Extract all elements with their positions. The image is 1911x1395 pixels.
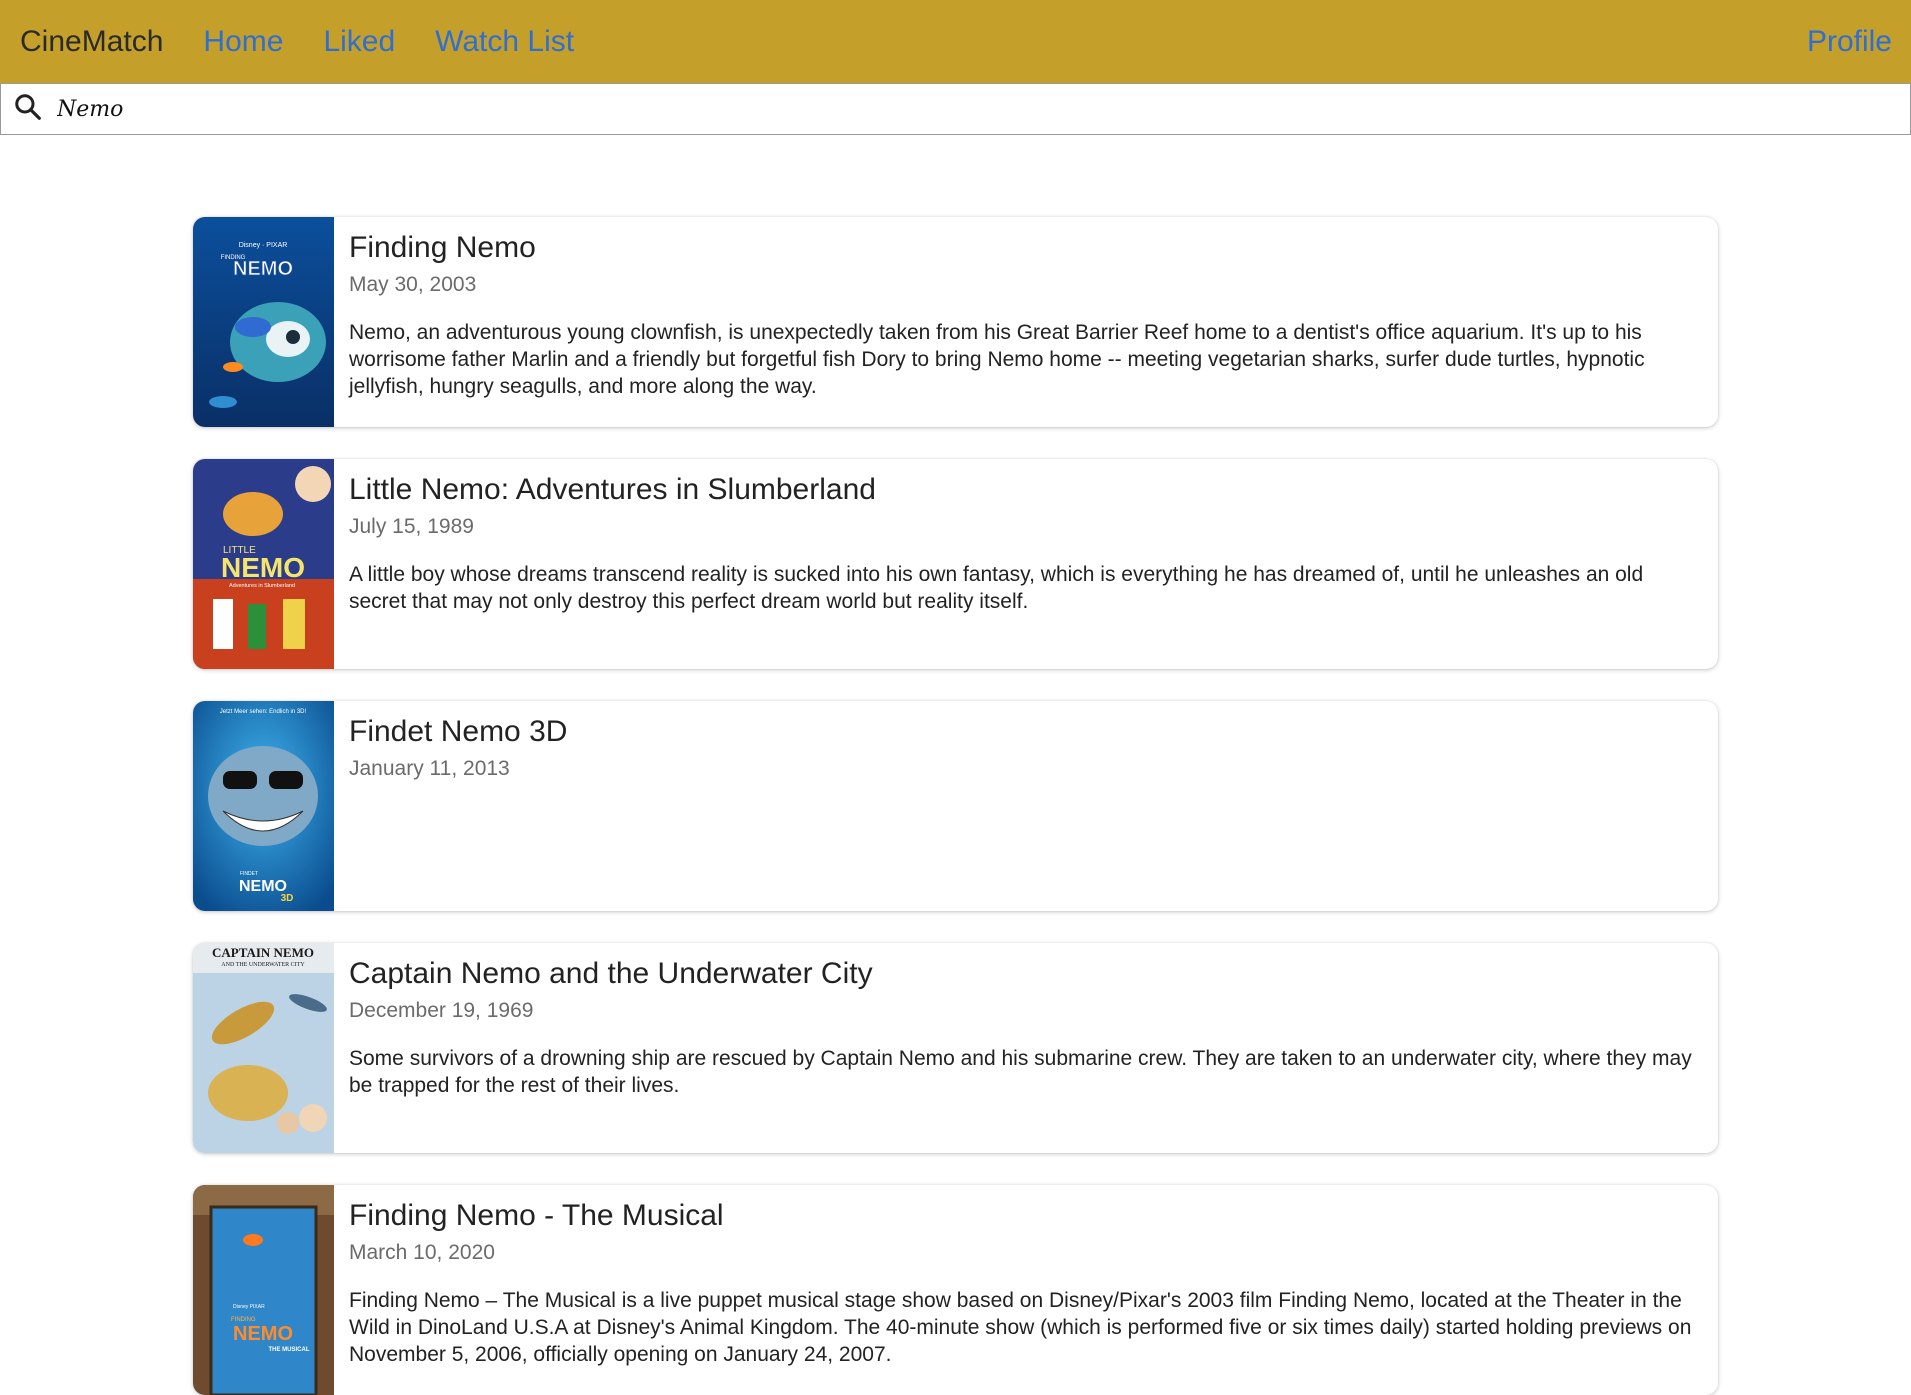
movie-title[interactable]: Little Nemo: Adventures in Slumberland [349,473,1696,507]
movie-poster[interactable]: CAPTAIN NEMO AND THE UNDERWATER CITY [193,943,334,1153]
movie-title[interactable]: Finding Nemo [349,231,1696,265]
release-date: July 15, 1989 [349,515,474,538]
movie-card[interactable]: Disney PIXAR FINDING NEMO THE MUSICAL Fi… [193,1185,1718,1395]
nav-profile-link[interactable]: Profile [1807,0,1892,83]
release-date: January 11, 2013 [349,757,510,780]
search-input[interactable] [55,85,1910,133]
poster-caption: 3D [281,893,294,904]
movie-poster[interactable]: Jetzt Meer sehen: Endlich in 3D! FINDET … [193,701,334,911]
movie-title[interactable]: Findet Nemo 3D [349,715,1696,749]
poster-caption: Jetzt Meer sehen: Endlich in 3D! [220,709,307,715]
movie-poster[interactable]: Disney PIXAR FINDING NEMO THE MUSICAL [193,1185,334,1395]
movie-description: Finding Nemo – The Musical is a live pup… [349,1289,1692,1366]
movie-description: Some survivors of a drowning ship are re… [349,1047,1692,1097]
movie-card[interactable]: CAPTAIN NEMO AND THE UNDERWATER CITY Cap… [193,943,1718,1153]
poster-caption: FINDET [240,871,258,877]
release-date: December 19, 1969 [349,999,534,1022]
search-bar [0,83,1911,135]
poster-caption: NEMO [233,258,293,280]
nav-liked-link[interactable]: Liked [323,25,395,59]
poster-caption: AND THE UNDERWATER CITY [221,962,305,968]
nav-watchlist-link[interactable]: Watch List [435,25,574,59]
release-date: May 30, 2003 [349,273,477,296]
nav-home-link[interactable]: Home [203,25,283,59]
release-date: March 10, 2020 [349,1241,495,1264]
movie-title[interactable]: Finding Nemo - The Musical [349,1199,1696,1233]
movie-poster[interactable]: Disney · PIXAR FINDING NEMO [193,217,334,427]
poster-caption: CAPTAIN NEMO [212,945,314,960]
movie-description: Nemo, an adventurous young clownfish, is… [349,321,1645,398]
movie-description: A little boy whose dreams transcend real… [349,563,1644,613]
poster-caption: Disney · PIXAR [239,242,288,249]
movie-card[interactable]: Jetzt Meer sehen: Endlich in 3D! FINDET … [193,701,1718,911]
poster-caption: Disney PIXAR [233,1304,265,1310]
brand-logo[interactable]: CineMatch [20,25,163,59]
movie-title[interactable]: Captain Nemo and the Underwater City [349,957,1696,991]
poster-caption: NEMO [221,552,305,583]
movie-poster[interactable]: LITTLE NEMO Adventures in Slumberland [193,459,334,669]
top-navbar: CineMatch Home Liked Watch List Profile [0,0,1911,83]
movie-card[interactable]: LITTLE NEMO Adventures in Slumberland Li… [193,459,1718,669]
movie-card[interactable]: Disney · PIXAR FINDING NEMO Finding Nemo… [193,217,1718,427]
poster-caption: NEMO [233,1323,293,1345]
poster-caption: THE MUSICAL [269,1347,310,1353]
poster-caption: Adventures in Slumberland [229,583,295,589]
search-icon[interactable] [13,92,55,127]
